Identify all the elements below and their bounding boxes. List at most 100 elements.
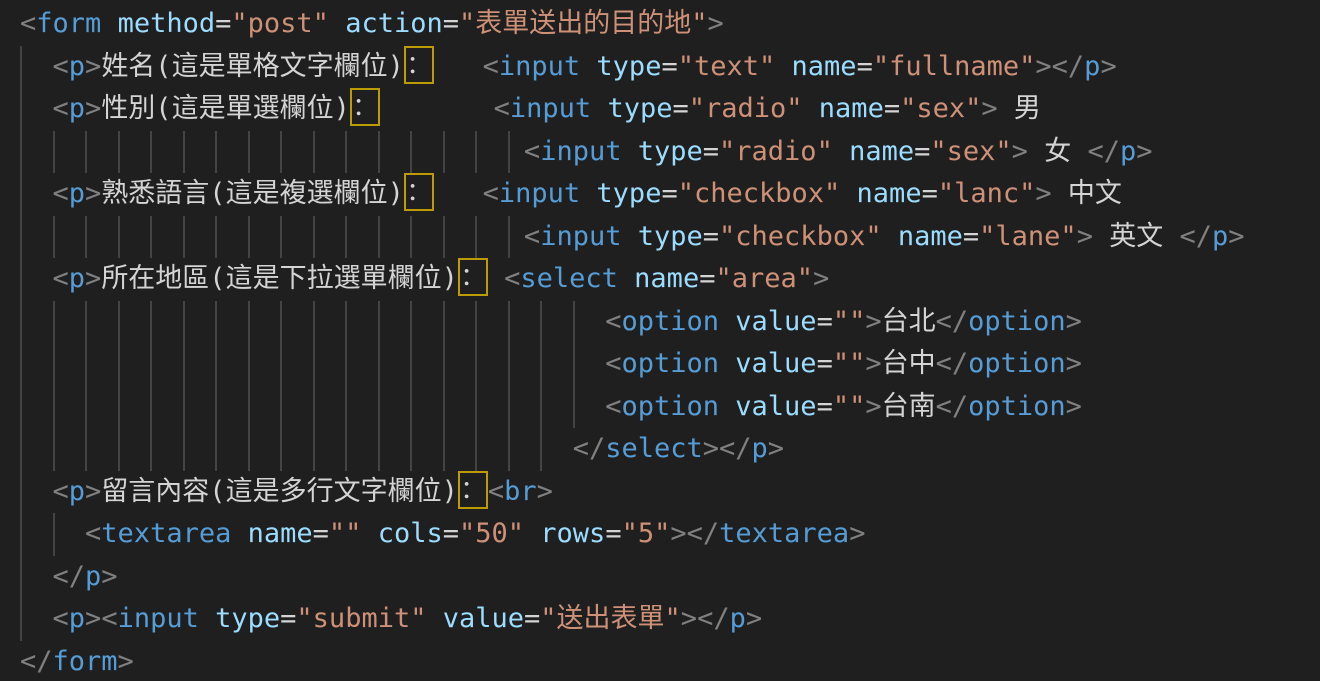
code-line[interactable]: <p>熟悉語言(這是複選欄位)： <input type="checkbox" … [20,173,1320,216]
code-token-punct: < [53,263,69,294]
indent-whitespace [20,263,53,294]
code-token-tag: textarea [101,518,231,549]
code-token-txt: 所在地區(這是下拉選單欄位) [101,263,458,294]
code-line-content: <textarea name="" cols="50" rows="5"></t… [20,518,865,549]
code-line[interactable]: <p>所在地區(這是下拉選單欄位)： <select name="area"> [20,258,1320,301]
code-token-tag: p [730,603,746,634]
code-token-punct: > [1136,136,1152,167]
code-token-attr: type [596,178,661,209]
code-token-txt: 女 [1028,136,1088,167]
code-token-punct: < [53,476,69,507]
code-line[interactable]: <input type="checkbox" name="lane"> 英文 <… [20,216,1320,259]
code-token-str: "radio" [719,136,833,167]
code-token-str: "" [833,348,866,379]
code-token-txt: 英文 [1093,221,1180,252]
code-line[interactable]: <option value="">台中</option> [20,343,1320,386]
code-token-punct: > [1077,221,1093,252]
code-line-content: <option value="">台中</option> [20,348,1082,379]
code-token-punct: < [524,136,540,167]
code-line[interactable]: <form method="post" action="表單送出的目的地"> [20,3,1320,46]
code-line-content: <p>姓名(這是單格文字欄位)： <input type="text" name… [20,51,1117,82]
code-token-punct: </ [1052,51,1085,82]
code-token-punct: > [85,178,101,209]
code-token-ws [591,93,607,124]
code-token-attr: name [857,178,922,209]
code-token-punct: </ [719,433,752,464]
code-token-ws [775,51,791,82]
code-token-punct: < [85,518,101,549]
code-token-punct: < [605,391,621,422]
code-token-punct: > [703,433,719,464]
code-token-txt: 留言內容(這是多行文字欄位) [101,476,458,507]
code-token-str: "fullname" [873,51,1036,82]
code-token-ws [580,178,596,209]
code-token-attr: rows [540,518,605,549]
code-token-attr: type [596,51,661,82]
code-token-punct: < [20,8,36,39]
code-token-punct: > [101,561,117,592]
code-token-tag: p [69,263,85,294]
code-token-punct: > [85,51,101,82]
code-line-content: <p>留言內容(這是多行文字欄位)：<br> [20,476,553,507]
code-token-str: "lanc" [938,178,1036,209]
code-token-punct: > [1035,178,1051,209]
code-token-tag: input [540,221,621,252]
code-token-punct: > [118,646,134,677]
code-line[interactable]: </form> [20,641,1320,681]
code-token-ws [231,518,247,549]
code-token-punct: > [865,306,881,337]
code-token-punct: > [1228,221,1244,252]
code-token-attr: type [607,93,672,124]
code-line[interactable]: <p>姓名(這是單格文字欄位)： <input type="text" name… [20,46,1320,89]
indent-whitespace [20,433,573,464]
code-line[interactable]: <p>留言內容(這是多行文字欄位)：<br> [20,471,1320,514]
code-token-tag: p [1084,51,1100,82]
code-token-ws [329,8,345,39]
code-token-attr: name [248,518,313,549]
code-line[interactable]: <p><input type="submit" value="送出表單"></p… [20,598,1320,641]
code-line[interactable]: <option value="">台南</option> [20,386,1320,429]
code-line-content: <option value="">台南</option> [20,391,1082,422]
code-token-txt: 男 [998,93,1041,124]
code-token-tag: p [69,476,85,507]
code-line[interactable]: </p> [20,556,1320,599]
code-line[interactable]: <textarea name="" cols="50" rows="5"></t… [20,513,1320,556]
code-token-punct: > [85,476,101,507]
code-token-tag: option [621,306,719,337]
code-line[interactable]: </select></p> [20,428,1320,471]
code-token-tag: input [499,51,580,82]
code-editor[interactable]: <form method="post" action="表單送出的目的地"> <… [0,0,1320,681]
code-token-ws [434,51,483,82]
code-token-ws [434,178,483,209]
code-token-str: "5" [622,518,671,549]
code-token-eq: = [605,518,621,549]
code-token-punct: > [681,603,697,634]
code-token-str: "sex" [900,93,981,124]
code-token-tag: form [36,8,101,39]
code-token-ws [488,263,504,294]
code-token-attr: type [215,603,280,634]
code-line-content: <p>性別(這是單選欄位)： <input type="radio" name=… [20,93,1041,124]
code-line[interactable]: <p>性別(這是單選欄位)： <input type="radio" name=… [20,88,1320,131]
code-line-content: </form> [20,646,134,677]
code-token-txt: 台南 [882,391,936,422]
code-token-tag: p [69,603,85,634]
code-token-punct: < [101,603,117,634]
code-token-punct: > [981,93,997,124]
code-line-content: <form method="post" action="表單送出的目的地"> [20,8,724,39]
code-line[interactable]: <input type="radio" name="sex"> 女 </p> [20,131,1320,174]
code-token-txt: 中文 [1052,178,1122,209]
code-token-ws [524,518,540,549]
code-token-eq: = [857,51,873,82]
code-token-eq: = [817,391,833,422]
code-token-str: "submit" [296,603,426,634]
code-token-attr: name [792,51,857,82]
code-line[interactable]: <option value="">台北</option> [20,301,1320,344]
code-token-tag: br [504,476,537,507]
code-token-ws [719,391,735,422]
code-token-txt: 台北 [882,306,936,337]
code-token-punct: > [849,518,865,549]
code-token-punct: > [1100,51,1116,82]
indent-whitespace [20,391,605,422]
code-token-eq: = [922,178,938,209]
